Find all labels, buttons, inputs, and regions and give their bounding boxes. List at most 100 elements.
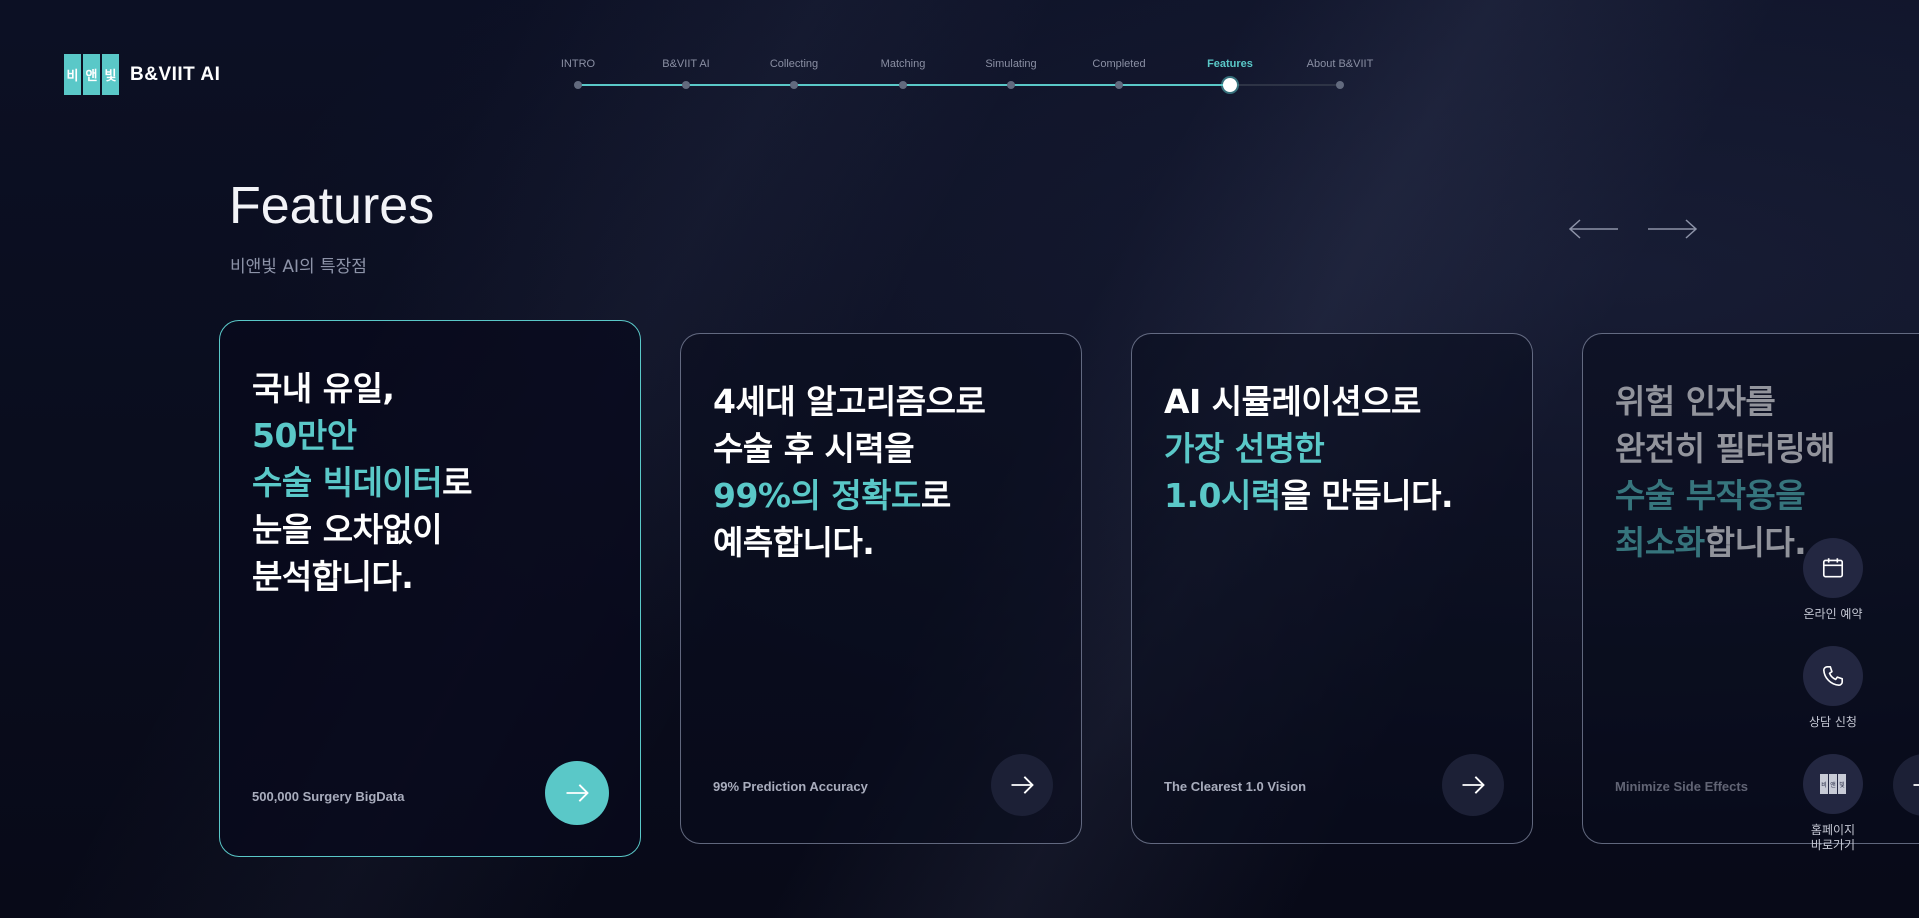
feature-card-caption: 99% Prediction Accuracy (713, 779, 868, 794)
stepper-dot (1007, 81, 1015, 89)
stepper-step-label: Matching (880, 58, 926, 70)
page-title: Features (229, 177, 435, 235)
phone-icon (1822, 665, 1844, 687)
headline-text: AI 시뮬레이션으로 (1164, 382, 1421, 421)
logo-text: B&VIIT AI (130, 63, 221, 85)
headline-line: 4세대 알고리즘으로 (713, 378, 986, 425)
quick-menu-item[interactable]: 비 앤 빛 홈페이지 바로가기 (1798, 754, 1868, 853)
mini-logo-char: 비 (1820, 774, 1828, 794)
arrow-right-icon (566, 784, 589, 802)
headline-line: 완전히 필터링해 (1615, 425, 1836, 472)
headline-line: 99%의 정확도로 (713, 472, 985, 519)
calendar-icon (1822, 558, 1844, 578)
quick-menu-label: 온라인 예약 (1803, 607, 1863, 621)
headline-line: 수술 부작용을 (1615, 472, 1835, 519)
headline-text: 예측합니다. (713, 523, 875, 562)
stepper-dot (790, 81, 798, 89)
arrow-right-icon (1462, 776, 1485, 794)
stepper-step-label: Features (1207, 58, 1253, 70)
headline-line: 가장 선명한 (1164, 425, 1453, 472)
headline-text: 국내 유일, (252, 369, 395, 408)
headline-line: AI 시뮬레이션으로 (1164, 378, 1453, 425)
headline-highlight: 수술 빅데이터 (252, 463, 443, 502)
feature-card-headline: 국내 유일, 50만안 수술 빅데이터로 눈을 오차없이 분석합니다. (252, 365, 473, 600)
home-logo-icon: 비앤빛 (1820, 774, 1846, 794)
progress-stepper: INTRO B&VIIT AI Collecting Matching Simulati… (560, 58, 1373, 98)
logo-mark-char: 비 (64, 54, 81, 95)
quick-menu-button[interactable] (1803, 538, 1863, 598)
stepper-step-label: Collecting (769, 58, 819, 70)
stepper-step[interactable]: Matching (853, 58, 953, 89)
quick-menu-button[interactable] (1803, 646, 1863, 706)
arrow-left-icon (1568, 219, 1618, 239)
mini-logo-char: 빛 (1838, 774, 1846, 794)
logo-mark-char: 빛 (102, 54, 119, 95)
carousel-next-button[interactable] (1646, 218, 1698, 240)
logo-mark-char: 앤 (83, 54, 100, 95)
feature-card[interactable]: 4세대 알고리즘으로수술 후 시력을 99%의 정확도로예측합니다. 99% Pre… (680, 333, 1082, 844)
headline-line: 수술 빅데이터로 (252, 459, 473, 506)
feature-card[interactable]: 국내 유일, 50만안 수술 빅데이터로 눈을 오차없이 분석합니다. 500,000 S… (219, 320, 641, 857)
arrow-right-icon (1913, 784, 1919, 786)
stepper-dot (682, 81, 690, 89)
feature-card[interactable]: AI 시뮬레이션으로 가장 선명한 1.0시력을 만듭니다. The Clearest… (1131, 333, 1533, 844)
logo-mark: 비 앤 빛 (64, 54, 119, 95)
feature-card-arrow-button[interactable] (991, 754, 1053, 816)
headline-line: 예측합니다. (713, 519, 985, 566)
mini-logo-char: 앤 (1829, 774, 1837, 794)
stepper-step[interactable]: Completed (1069, 58, 1169, 89)
feature-card-headline: 4세대 알고리즘으로수술 후 시력을 99%의 정확도로예측합니다. (713, 378, 986, 566)
headline-text: 완전히 필터링해 (1615, 429, 1836, 468)
headline-text: 로 (920, 476, 951, 515)
headline-text: 을 만듭니다. (1280, 476, 1454, 515)
feature-card[interactable]: 위험 인자를완전히 필터링해수술 부작용을최소화합니다. Minimize Sid… (1582, 333, 1919, 844)
stepper-dot (1115, 81, 1123, 89)
stepper-dot (899, 81, 907, 89)
stepper-step[interactable]: Features (1180, 58, 1280, 92)
page-subtitle: 비앤빛 AI의 특장점 (230, 257, 367, 277)
headline-text: 4세대 알고리즘으로 (713, 382, 986, 421)
carousel-prev-button[interactable] (1568, 218, 1620, 240)
stepper-step-label: About B&VIIT (1306, 58, 1374, 70)
headline-highlight: 수술 부작용을 (1615, 476, 1806, 515)
stepper-step[interactable]: B&VIIT AI (636, 58, 736, 89)
arrow-right-icon (1011, 776, 1034, 794)
feature-card-headline: AI 시뮬레이션으로가장 선명한 1.0시력을 만듭니다. (1164, 378, 1454, 519)
headline-line: 국내 유일, (252, 365, 472, 412)
headline-highlight: 99%의 정확도 (713, 476, 921, 515)
headline-text: 위험 인자를 (1615, 382, 1776, 421)
stepper-step-label: B&VIIT AI (662, 58, 710, 70)
stepper-step-label: Simulating (985, 58, 1037, 70)
stepper-dot (1336, 81, 1344, 89)
feature-card-arrow-button[interactable] (545, 761, 609, 825)
headline-text: 수술 후 시력을 (713, 429, 915, 468)
logo[interactable]: 비 앤 빛 B&VIIT AI (64, 54, 220, 95)
stepper-step[interactable]: Simulating (961, 58, 1061, 89)
stepper-step-label: Completed (1092, 58, 1146, 70)
stepper-dot (574, 81, 582, 89)
headline-line: 눈을 오차없이 (252, 506, 472, 553)
headline-highlight: 최소화 (1615, 523, 1705, 562)
stepper-dot (1223, 78, 1237, 92)
feature-card-arrow-button[interactable] (1893, 754, 1919, 816)
feature-card-arrow-button[interactable] (1442, 754, 1504, 816)
feature-card-caption: Minimize Side Effects (1615, 779, 1748, 794)
headline-line: 1.0시력을 만듭니다. (1164, 472, 1454, 519)
stepper-step[interactable]: INTRO (528, 58, 628, 89)
stepper-step-label: INTRO (560, 58, 596, 70)
headline-text: 눈을 오차없이 (252, 510, 443, 549)
quick-menu-button[interactable]: 비앤빛 (1803, 754, 1863, 814)
headline-text: 합니다. (1704, 523, 1807, 562)
stepper-step[interactable]: Collecting (744, 58, 844, 89)
quick-menu-label: 상담 신청 (1809, 715, 1857, 729)
headline-line: 위험 인자를 (1615, 378, 1835, 425)
quick-menu-item[interactable]: 상담 신청 (1798, 646, 1868, 730)
arrow-right-icon (1648, 219, 1698, 239)
feature-card-caption: 500,000 Surgery BigData (252, 789, 405, 804)
stepper-step[interactable]: About B&VIIT (1290, 58, 1390, 89)
headline-text: 로 (442, 463, 473, 502)
quick-menu-item[interactable]: 온라인 예약 (1798, 538, 1868, 622)
headline-highlight: 1.0시력 (1164, 476, 1281, 515)
headline-highlight: 가장 선명한 (1164, 429, 1325, 468)
headline-text: 분석합니다. (252, 557, 414, 596)
